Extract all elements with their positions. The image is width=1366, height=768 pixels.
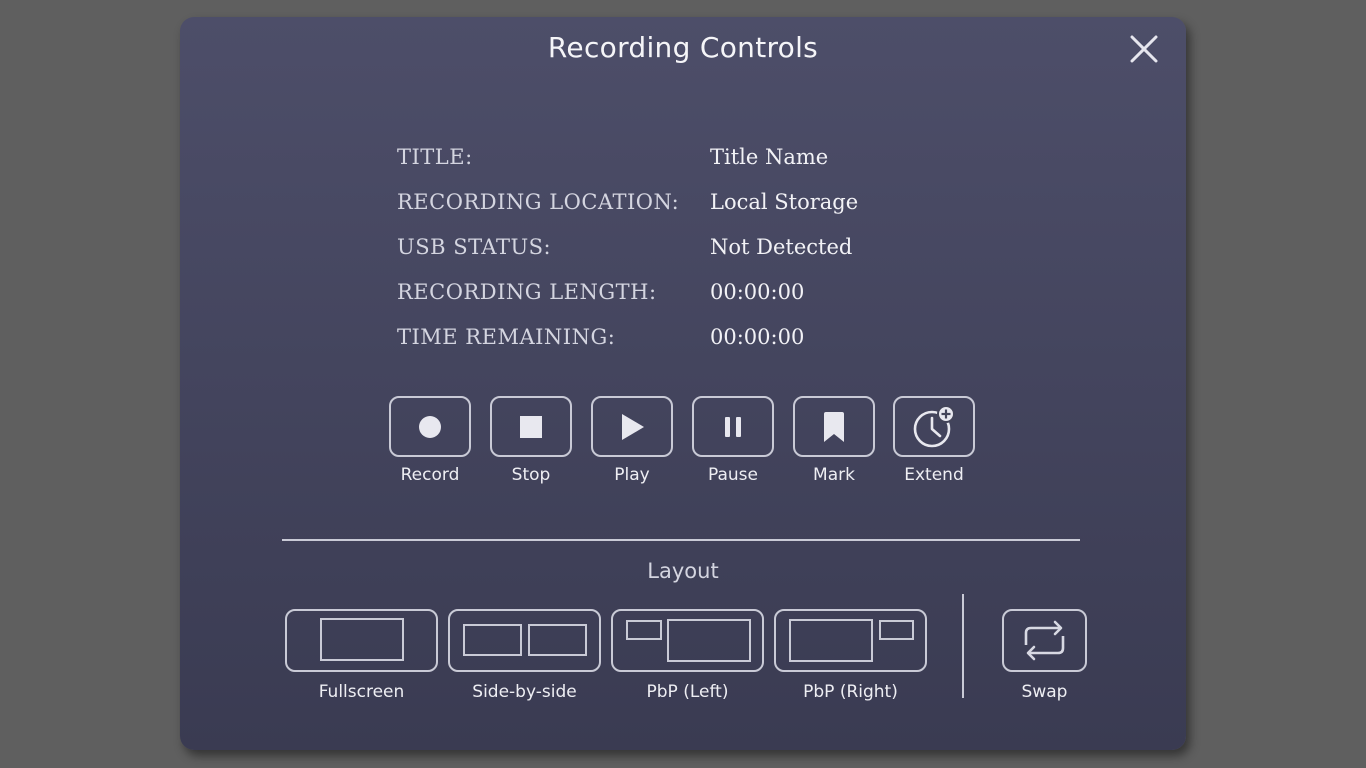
play-label: Play [614, 465, 650, 485]
info-label: TIME REMAINING: [397, 325, 616, 349]
info-value-title: Title Name [710, 145, 829, 169]
info-row-time-remaining: TIME REMAINING: 00:00:00 [397, 325, 997, 355]
pause-label: Pause [708, 465, 758, 485]
side-by-side-label: Side-by-side [472, 682, 577, 702]
layout-swap-separator [962, 594, 964, 698]
record-icon [419, 415, 441, 438]
info-label: RECORDING LENGTH: [397, 280, 657, 304]
mark-button[interactable] [793, 396, 875, 457]
fullscreen-layout-button[interactable] [285, 609, 438, 672]
info-row-recording-length: RECORDING LENGTH: 00:00:00 [397, 280, 997, 310]
pause-control: Pause [683, 396, 783, 485]
dialog-title: Recording Controls [547, 31, 819, 64]
info-value-time-remaining: 00:00:00 [710, 325, 805, 349]
info-label: TITLE: [397, 145, 473, 169]
stop-label: Stop [511, 465, 551, 485]
pbp-right-layout-icon [789, 619, 914, 662]
pause-button[interactable] [692, 396, 774, 457]
section-divider [282, 539, 1080, 541]
layout-option-pbp-right: PbP (Right) [774, 609, 927, 702]
play-button[interactable] [591, 396, 673, 457]
info-row-location: RECORDING LOCATION: Local Storage [397, 190, 997, 220]
pbp-right-layout-button[interactable] [774, 609, 927, 672]
layout-option-side-by-side: Side-by-side [448, 609, 601, 702]
pbp-left-layout-button[interactable] [611, 609, 764, 672]
side-by-side-layout-icon [463, 624, 587, 656]
pbp-left-label: PbP (Left) [646, 682, 729, 702]
stop-button[interactable] [490, 396, 572, 457]
info-value-recording-length: 00:00:00 [710, 280, 805, 304]
bookmark-icon [824, 411, 844, 442]
info-label: USB STATUS: [397, 235, 552, 259]
fullscreen-layout-icon [320, 618, 404, 661]
record-button[interactable] [389, 396, 471, 457]
record-control: Record [380, 396, 480, 485]
info-value-location: Local Storage [710, 190, 859, 214]
swap-control: Swap [1002, 609, 1087, 702]
record-label: Record [400, 465, 460, 485]
close-x-icon [1130, 35, 1158, 63]
pause-icon [725, 416, 741, 437]
mark-control: Mark [784, 396, 884, 485]
info-value-usb-status: Not Detected [710, 235, 853, 259]
swap-button[interactable] [1002, 609, 1087, 672]
close-button[interactable] [1126, 31, 1162, 67]
side-by-side-layout-button[interactable] [448, 609, 601, 672]
stop-control: Stop [481, 396, 581, 485]
pbp-right-label: PbP (Right) [803, 682, 898, 702]
extend-label: Extend [904, 465, 964, 485]
fullscreen-label: Fullscreen [318, 682, 405, 702]
swap-label: Swap [1021, 682, 1068, 702]
layout-option-fullscreen: Fullscreen [285, 609, 438, 702]
play-control: Play [582, 396, 682, 485]
recording-controls-dialog: Recording Controls TITLE: Title Name REC… [180, 17, 1186, 750]
info-row-title: TITLE: Title Name [397, 145, 997, 175]
swap-icon [1024, 620, 1065, 661]
extend-button[interactable] [893, 396, 975, 457]
stop-icon [520, 415, 542, 438]
extend-control: Extend [884, 396, 984, 485]
layout-option-pbp-left: PbP (Left) [611, 609, 764, 702]
info-label: RECORDING LOCATION: [397, 190, 680, 214]
mark-label: Mark [813, 465, 855, 485]
info-row-usb-status: USB STATUS: Not Detected [397, 235, 997, 265]
pbp-left-layout-icon [626, 619, 751, 662]
clock-plus-icon [913, 404, 955, 447]
layout-heading: Layout [647, 559, 719, 583]
play-icon [622, 413, 644, 440]
